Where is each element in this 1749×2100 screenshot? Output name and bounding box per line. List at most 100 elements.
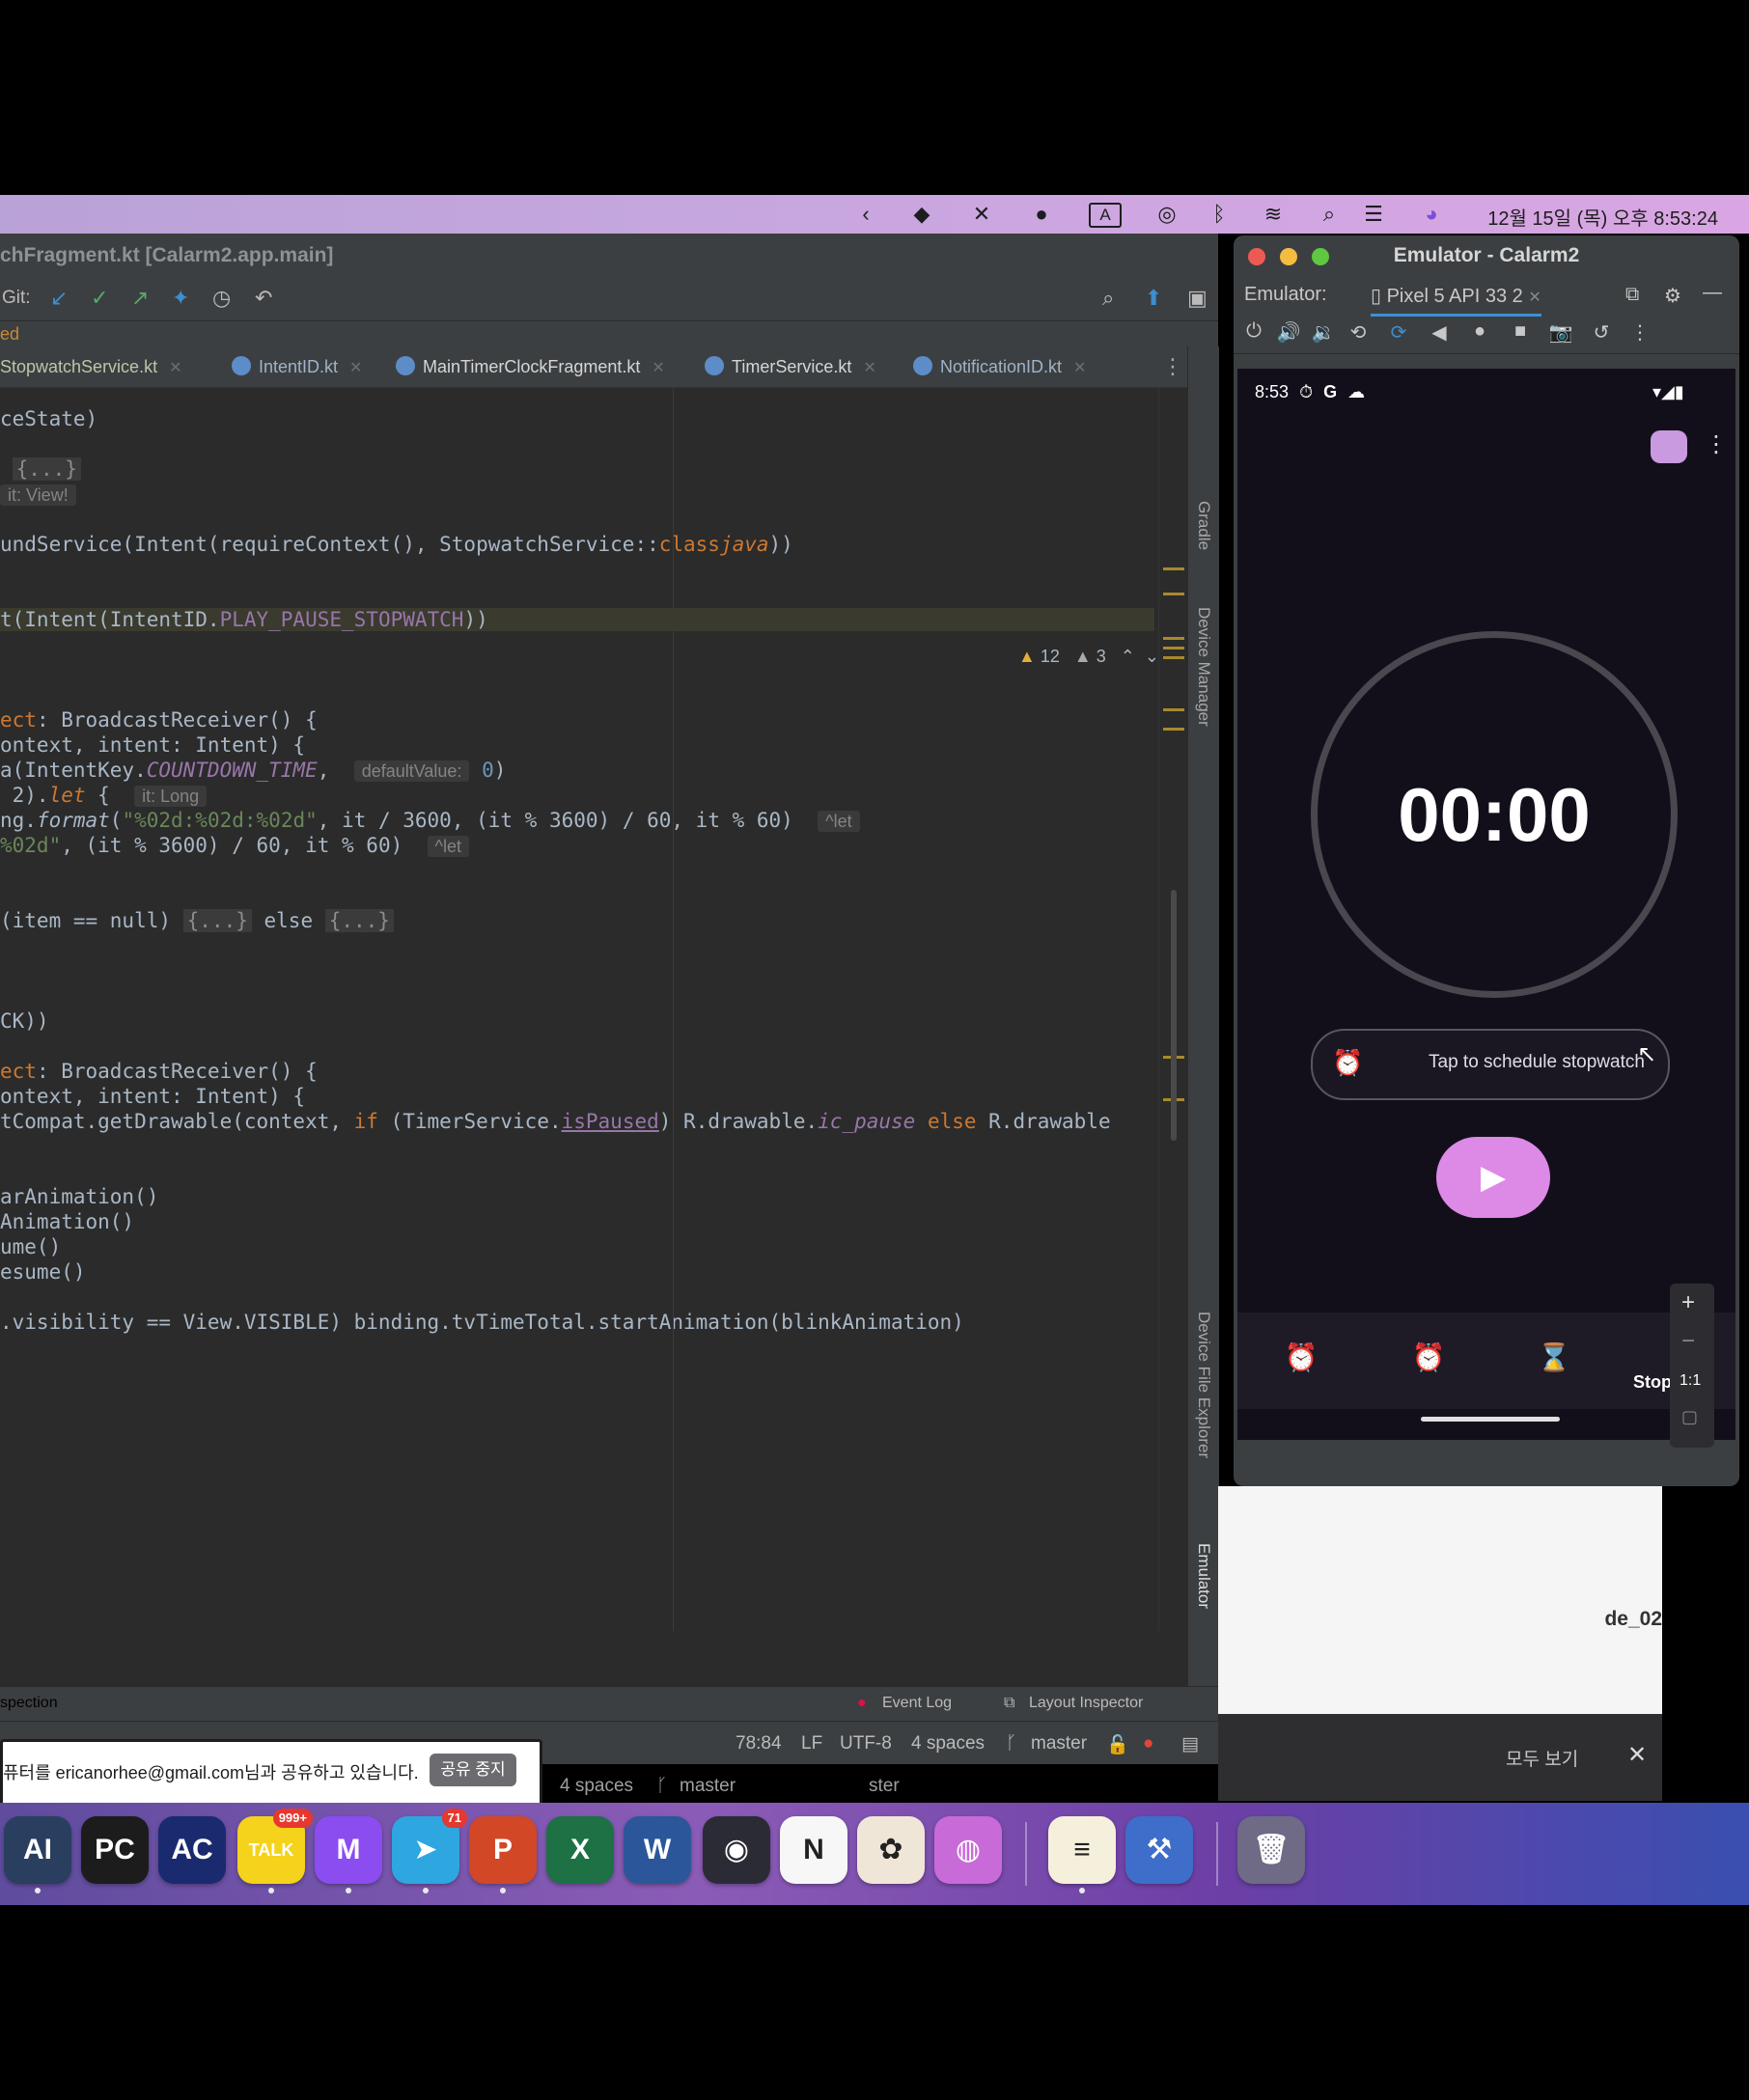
warning-mark[interactable] — [1163, 637, 1184, 640]
back-icon[interactable]: ◀ — [1425, 320, 1454, 345]
close-icon[interactable]: ✕ — [863, 360, 875, 376]
excel-app[interactable]: X — [546, 1816, 614, 1884]
volume-down-icon[interactable]: 🔉 — [1309, 320, 1338, 345]
siri-app[interactable]: ◍ — [934, 1816, 1002, 1884]
close-icon[interactable]: ✕ — [1627, 1741, 1647, 1769]
schedule-stopwatch-button[interactable]: ⏰ Tap to schedule stopwatch — [1311, 1029, 1670, 1100]
file-encoding[interactable]: UTF-8 — [840, 1733, 892, 1755]
scrollbar-thumb[interactable] — [1171, 890, 1177, 1141]
tab-main-timer-clock-fragment[interactable]: MainTimerClockFragment.kt ✕ — [396, 346, 665, 387]
search-icon[interactable]: ⌕ — [1313, 201, 1346, 228]
clock-icon[interactable]: ⏰ — [1409, 1341, 1448, 1373]
warning-mark[interactable] — [1163, 567, 1184, 570]
ai-app[interactable]: AI — [4, 1816, 71, 1884]
tab-notification-id[interactable]: NotificationID.kt ✕ — [913, 346, 1086, 387]
device-manager-tab[interactable]: Device Manager — [1194, 607, 1213, 727]
powerpoint-app[interactable]: P — [469, 1816, 537, 1884]
inspection-tab[interactable]: spection — [0, 1695, 58, 1712]
git-update-icon[interactable]: ↙ — [50, 286, 68, 311]
gradle-tab[interactable]: Gradle — [1194, 501, 1213, 550]
home-icon[interactable]: ● — [1465, 320, 1494, 343]
gear-icon[interactable]: ⚙ — [1664, 284, 1681, 308]
window-layout-icon[interactable]: ⧉ — [1625, 284, 1639, 306]
notion-app[interactable]: N — [780, 1816, 847, 1884]
git-branch[interactable]: master — [1031, 1733, 1087, 1755]
close-icon[interactable]: ✕ — [652, 360, 664, 376]
overview-icon[interactable]: ■ — [1506, 320, 1535, 343]
git-push-icon[interactable]: ↗ — [131, 286, 149, 311]
search-icon[interactable]: ⌕ — [1102, 286, 1114, 311]
zoom-fit-icon[interactable]: ▢ — [1681, 1407, 1698, 1427]
trash-app[interactable]: 🗑 — [1237, 1816, 1305, 1884]
chat-icon[interactable]: ● — [1025, 201, 1058, 228]
appcode-app[interactable]: AC — [158, 1816, 226, 1884]
git-pull-icon[interactable]: ✦ — [172, 286, 189, 311]
warning-mark[interactable] — [1163, 728, 1184, 731]
play-button[interactable]: ▶ — [1436, 1137, 1550, 1218]
app-avatar-icon[interactable] — [1651, 430, 1687, 463]
close-icon[interactable]: ✕ — [349, 360, 362, 376]
line-separator[interactable]: LF — [801, 1733, 822, 1755]
stop-sharing-button[interactable]: 공유 중지 — [430, 1754, 516, 1786]
zoom-actual-size[interactable]: 1:1 — [1680, 1372, 1701, 1390]
wifi-icon[interactable]: ≋ — [1257, 201, 1290, 228]
caret-position[interactable]: 78:84 — [736, 1733, 782, 1755]
account-icon[interactable]: ▣ — [1187, 286, 1208, 311]
git-commit-icon[interactable]: ✓ — [91, 286, 108, 311]
menubar-clock[interactable]: 12월 15일 (목) 오후 8:53:24 — [1487, 203, 1718, 231]
event-log-tab[interactable]: Event Log — [882, 1695, 952, 1712]
code-editor[interactable]: ceState) {...} it: View! undService(Inte… — [0, 388, 1158, 1631]
volume-up-icon[interactable]: 🔊 — [1274, 320, 1303, 345]
messenger-app[interactable]: M — [315, 1816, 382, 1884]
lock-icon[interactable]: 🔓 — [1106, 1733, 1129, 1756]
obs-app[interactable]: ◉ — [703, 1816, 770, 1884]
control-center-icon[interactable]: ☰ — [1357, 201, 1390, 228]
error-icon[interactable]: ● — [1143, 1733, 1153, 1755]
reset-icon[interactable]: ↺ — [1587, 320, 1616, 345]
tab-intent-id[interactable]: IntentID.kt ✕ — [232, 346, 362, 387]
power-icon[interactable]: ⏻ — [1239, 320, 1268, 343]
indent-setting[interactable]: 4 spaces — [911, 1733, 985, 1755]
more-tabs-icon[interactable]: ⋮ — [1162, 346, 1183, 387]
problems-indicator[interactable]: ▲ 12 ▲ 3 ⌃ ⌄ — [1018, 647, 1159, 667]
siri-icon[interactable]: ◕ — [1415, 201, 1448, 228]
shield-icon[interactable]: ◆ — [905, 201, 938, 228]
pycharm-app[interactable]: PC — [81, 1816, 149, 1884]
update-icon[interactable]: ⬆ — [1145, 286, 1162, 311]
emulator-tab[interactable]: Emulator — [1194, 1543, 1213, 1609]
close-icon[interactable]: ✕ — [169, 360, 181, 376]
alarm-icon[interactable]: ⏰ — [1282, 1341, 1320, 1373]
phone-screen[interactable]: 8:53 ⏱ G ☁ ▾◢▮ ⋮ 00:00 ⏰ Tap to schedule… — [1237, 369, 1735, 1448]
word-app[interactable]: W — [624, 1816, 691, 1884]
warning-mark[interactable] — [1163, 656, 1184, 659]
keyboard-a-icon[interactable]: A — [1089, 203, 1122, 228]
home-indicator[interactable] — [1421, 1417, 1560, 1422]
more-icon[interactable]: ⋮ — [1625, 320, 1654, 345]
chevron-down-icon[interactable]: ⌄ — [1145, 647, 1159, 666]
camera-icon[interactable]: 📷 — [1546, 320, 1575, 345]
chevron-left-icon[interactable]: ‹ — [849, 201, 882, 228]
tab-timer-service[interactable]: TimerService.kt ✕ — [705, 346, 876, 387]
device-tab[interactable]: ▯ Pixel 5 API 33 2 ✕ — [1371, 284, 1541, 317]
rotate-right-icon[interactable]: ⟳ — [1384, 320, 1413, 345]
close-window-button[interactable] — [1248, 248, 1265, 265]
telegram-app[interactable]: ➤ 71 — [392, 1809, 467, 1884]
nav-label-stopwatch[interactable]: Stop — [1633, 1372, 1672, 1393]
close-icon[interactable]: ✕ — [1073, 360, 1086, 376]
airdrop-icon[interactable]: ◎ — [1151, 201, 1183, 228]
zoom-out-icon[interactable]: − — [1681, 1328, 1695, 1355]
close-icon[interactable]: ✕ — [1528, 290, 1541, 306]
kakaotalk-app[interactable]: TALK 999+ — [237, 1809, 313, 1884]
layout-inspector-tab[interactable]: Layout Inspector — [1029, 1695, 1143, 1712]
mute-icon[interactable]: ✕ — [965, 201, 998, 228]
photos-app[interactable]: ✿ — [857, 1816, 925, 1884]
bluetooth-icon[interactable]: ᛒ — [1203, 201, 1235, 228]
zoom-window-button[interactable] — [1312, 248, 1329, 265]
zoom-in-icon[interactable]: + — [1681, 1289, 1695, 1316]
error-stripe[interactable] — [1158, 388, 1188, 1631]
warning-mark[interactable] — [1163, 593, 1184, 595]
see-all-button[interactable]: 모두 보기 — [1506, 1745, 1578, 1771]
rollback-icon[interactable]: ↶ — [255, 286, 272, 311]
warning-mark[interactable] — [1163, 647, 1184, 649]
warning-mark[interactable] — [1163, 708, 1184, 711]
